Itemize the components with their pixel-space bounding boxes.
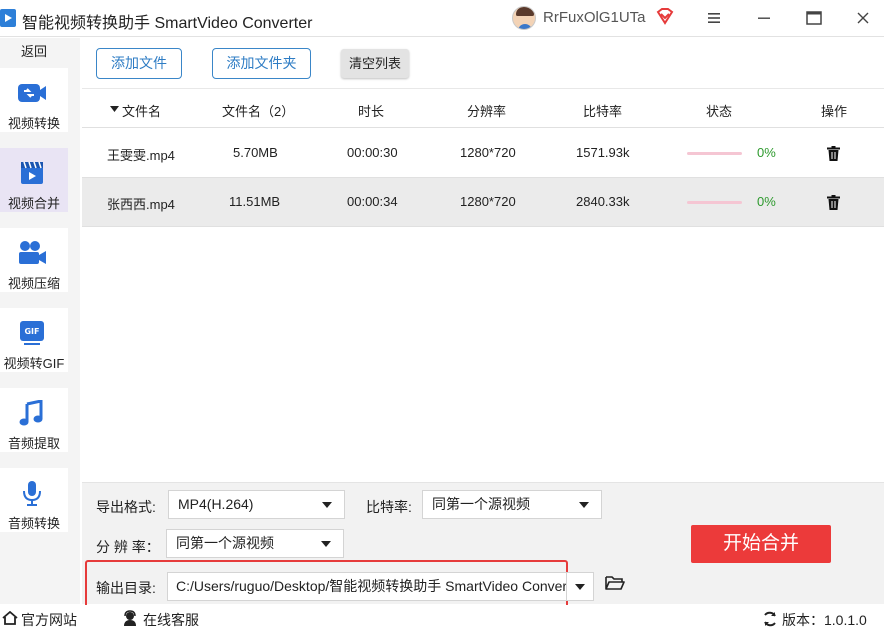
output-dir-label: 输出目录:: [96, 580, 156, 596]
table-row[interactable]: 张西西.mp4 11.51MB 00:00:34 1280*720 2840.3…: [82, 178, 884, 227]
video-convert-icon: [18, 84, 46, 102]
svg-text:GIF: GIF: [24, 327, 39, 336]
file-resolution: 1280*720: [460, 145, 516, 160]
music-note-icon: [19, 400, 43, 426]
output-settings-panel: 导出格式: MP4(H.264) 比特率: 同第一个源视频 分 辨 率： 同第一…: [82, 482, 884, 609]
chevron-down-icon: [322, 502, 332, 508]
sidebar-item-audio-extract[interactable]: 音频提取: [0, 388, 68, 452]
online-support-link[interactable]: 在线客服: [143, 610, 199, 630]
format-label: 导出格式:: [96, 499, 156, 515]
title-bar: 智能视频转换助手 SmartVideo Converter RrFuxOlG1U…: [0, 0, 884, 37]
file-bitrate: 1571.93k: [576, 145, 630, 160]
file-name: 张西西.mp4: [107, 197, 175, 212]
column-header-bitrate: 比特率: [583, 104, 623, 119]
trash-icon[interactable]: [827, 195, 840, 210]
sidebar-item-label: 音频提取: [7, 436, 60, 451]
file-size: 11.51MB: [229, 194, 281, 209]
column-header-actions: 操作: [821, 104, 848, 119]
column-header-resolution: 分辨率: [467, 104, 507, 119]
file-duration: 00:00:30: [347, 145, 398, 160]
official-website-link[interactable]: 官方网站: [21, 610, 77, 630]
video-compress-icon: [19, 241, 46, 264]
bitrate-select[interactable]: 同第一个源视频: [422, 490, 602, 519]
sidebar-item-label: 音频转换: [7, 516, 60, 531]
sidebar-item-video-to-gif[interactable]: GIF 视频转GIF: [0, 308, 68, 372]
chevron-down-icon: [321, 541, 331, 547]
progress-bar: [687, 201, 742, 204]
sidebar: 返回 视频转换 视频合并 视频压缩 GIF 视频转GIF 音频提取 音频转换: [0, 38, 80, 604]
table-row[interactable]: 王雯雯.mp4 5.70MB 00:00:30 1280*720 1571.93…: [82, 129, 884, 178]
start-merge-button[interactable]: 开始合并: [691, 525, 831, 563]
resolution-value: 同第一个源视频: [176, 535, 274, 551]
file-bitrate: 2840.33k: [576, 194, 630, 209]
home-icon[interactable]: [2, 611, 18, 625]
refresh-icon[interactable]: [762, 611, 778, 627]
progress-label: 0%: [757, 194, 776, 209]
sidebar-item-audio-convert[interactable]: 音频转换: [0, 468, 68, 532]
app-title: 智能视频转换助手 SmartVideo Converter: [22, 15, 313, 32]
username[interactable]: RrFuxOlG1UTa: [543, 9, 646, 26]
output-dir-field[interactable]: C:/Users/ruguo/Desktop/智能视频转换助手 SmartVid…: [167, 572, 567, 601]
gif-icon: GIF: [20, 321, 44, 345]
progress-label: 0%: [757, 145, 776, 160]
format-value: MP4(H.264): [178, 496, 254, 512]
menu-icon[interactable]: [700, 4, 728, 32]
sidebar-item-video-convert[interactable]: 视频转换: [0, 68, 68, 132]
progress-bar: [687, 152, 742, 155]
minimize-icon[interactable]: [750, 4, 778, 32]
output-dir-dropdown[interactable]: [566, 572, 594, 601]
column-header-status: 状态: [706, 104, 733, 119]
app-logo-icon: [0, 9, 16, 27]
bitrate-label: 比特率:: [366, 499, 412, 515]
sidebar-item-video-merge[interactable]: 视频合并: [0, 148, 68, 212]
resolution-label: 分 辨 率：: [96, 539, 160, 555]
status-bar: 官方网站 在线客服 版本：1.0.1.0: [0, 605, 884, 630]
back-button[interactable]: 返回: [0, 40, 68, 64]
close-icon[interactable]: [849, 4, 877, 32]
file-name: 王雯雯.mp4: [107, 148, 175, 163]
microphone-icon: [23, 481, 41, 506]
version-label: 版本：1.0.1.0: [782, 612, 867, 628]
add-folder-button[interactable]: 添加文件夹: [212, 48, 311, 79]
chevron-down-icon: [579, 502, 589, 508]
table-header: 文件名 文件名（2） 时长 分辨率 比特率 状态 操作: [82, 88, 884, 128]
sidebar-item-label: 视频转换: [7, 116, 60, 131]
sidebar-item-label: 视频转GIF: [3, 356, 65, 371]
support-agent-icon[interactable]: [122, 610, 138, 626]
sort-down-icon[interactable]: [110, 106, 119, 113]
sidebar-item-video-compress[interactable]: 视频压缩: [0, 228, 68, 292]
folder-open-icon[interactable]: [605, 574, 625, 592]
column-header-duration: 时长: [358, 104, 385, 119]
sidebar-item-label: 视频合并: [7, 196, 60, 211]
file-duration: 00:00:34: [347, 194, 398, 209]
file-size: 5.70MB: [233, 145, 278, 160]
video-merge-icon: [21, 161, 43, 184]
add-file-button[interactable]: 添加文件: [96, 48, 182, 79]
file-resolution: 1280*720: [460, 194, 516, 209]
resolution-select[interactable]: 同第一个源视频: [166, 529, 344, 558]
column-header-filesize: 文件名（2）: [222, 104, 295, 119]
bitrate-value: 同第一个源视频: [432, 496, 530, 512]
user-avatar[interactable]: [512, 6, 536, 30]
maximize-icon[interactable]: [800, 4, 828, 32]
trash-icon[interactable]: [827, 146, 840, 161]
format-select[interactable]: MP4(H.264): [168, 490, 345, 519]
vip-diamond-icon[interactable]: [655, 6, 675, 26]
sidebar-item-label: 视频压缩: [7, 276, 60, 291]
clear-list-button[interactable]: 清空列表: [341, 49, 409, 78]
column-header-filename[interactable]: 文件名: [122, 101, 161, 120]
